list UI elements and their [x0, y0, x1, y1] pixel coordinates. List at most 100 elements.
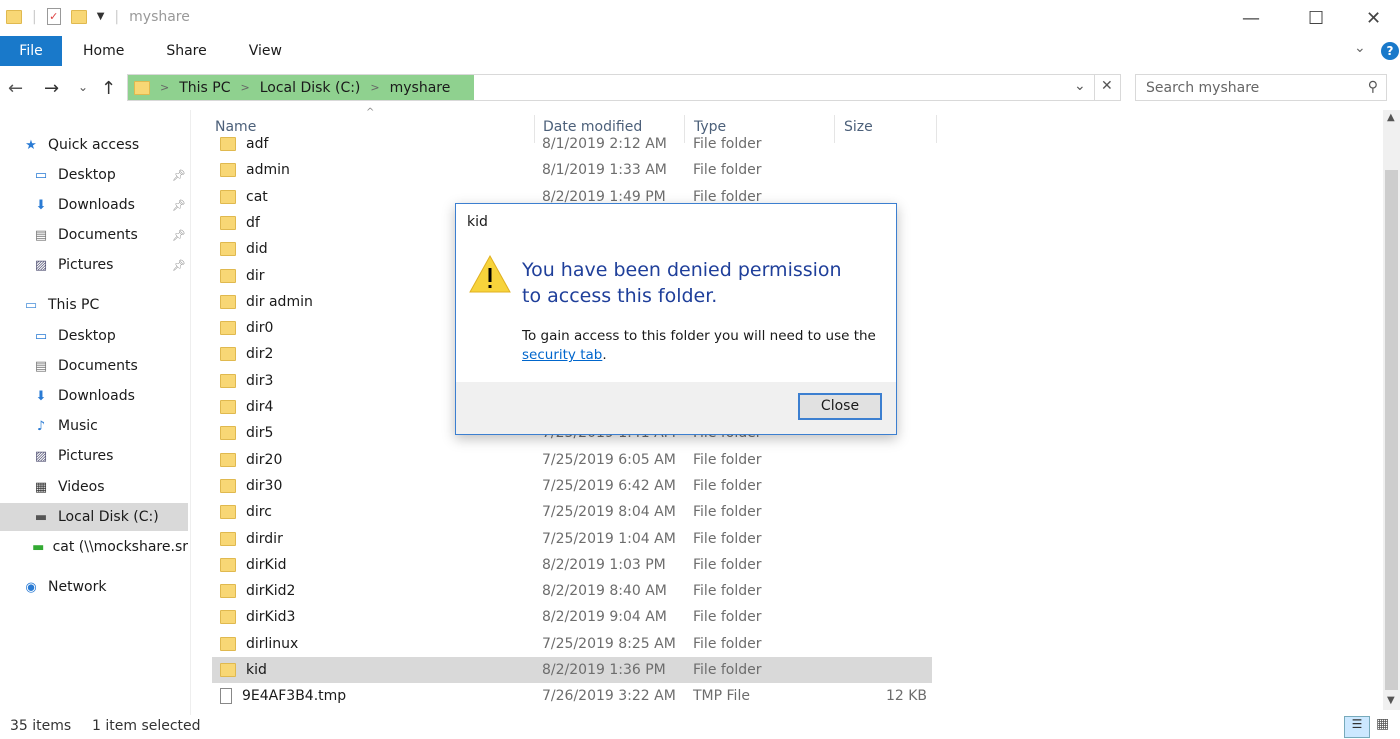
file-icon: [220, 688, 232, 705]
clear-address-button[interactable]: ✕: [1094, 75, 1119, 100]
new-folder-icon[interactable]: [70, 9, 87, 24]
sidebar-item[interactable]: ▭ This PC: [0, 291, 188, 319]
back-button[interactable]: ←: [8, 78, 23, 99]
folder-icon: [220, 452, 236, 467]
file-name: 9E4AF3B4.tmp: [242, 688, 347, 705]
search-input[interactable]: Search myshare ⚲: [1135, 74, 1387, 101]
address-dropdown-icon[interactable]: ⌄: [1074, 78, 1086, 94]
maximize-button[interactable]: ☐: [1308, 8, 1324, 29]
table-row[interactable]: dirdir 7/25/2019 1:04 AM File folder: [212, 526, 932, 552]
file-name: dir4: [246, 399, 274, 415]
pin-icon[interactable]: 📌︎: [172, 229, 186, 242]
scroll-thumb[interactable]: [1385, 170, 1398, 690]
pictures-icon: ▨: [34, 449, 48, 464]
desktop-icon: ▭: [34, 168, 48, 183]
sidebar-item-label: This PC: [48, 297, 100, 313]
address-bar[interactable]: > This PC > Local Disk (C:) > myshare ⌄ …: [127, 74, 1121, 101]
sidebar-item[interactable]: ▨ Pictures 📌︎: [0, 251, 188, 279]
tab-share[interactable]: Share: [145, 36, 227, 66]
sidebar-item[interactable]: ◉ Network: [0, 573, 188, 601]
title-bar: | ✓ ▼ | myshare — ☐ ✕: [0, 0, 1400, 35]
tab-file[interactable]: File: [0, 36, 62, 66]
recent-locations-button[interactable]: ⌄: [78, 80, 88, 94]
up-button[interactable]: ↑: [101, 78, 116, 99]
table-row[interactable]: admin 8/1/2019 1:33 AM File folder: [212, 157, 932, 183]
folder-icon: [6, 9, 22, 24]
folder-icon: [220, 347, 236, 362]
desktop-icon: ▭: [34, 329, 48, 344]
table-row[interactable]: dirKid2 8/2/2019 8:40 AM File folder: [212, 578, 932, 604]
network-drive-icon: ▬: [32, 540, 45, 555]
file-date: 8/1/2019 1:33 AM: [542, 162, 667, 179]
customize-toolbar-icon[interactable]: ▼: [97, 11, 105, 22]
sidebar-item[interactable]: ▨ Pictures: [0, 442, 188, 470]
breadcrumb-local-disk[interactable]: Local Disk (C:): [260, 80, 361, 96]
sidebar-item[interactable]: ★ Quick access: [0, 131, 188, 159]
file-date: 8/2/2019 9:04 AM: [542, 609, 667, 626]
sidebar-item-label: Pictures: [58, 257, 114, 273]
sidebar-item[interactable]: ⬇ Downloads 📌︎: [0, 191, 188, 219]
file-type: File folder: [693, 504, 762, 521]
table-row[interactable]: dirc 7/25/2019 8:04 AM File folder: [212, 499, 932, 525]
expand-ribbon-icon[interactable]: ⌄: [1354, 40, 1366, 56]
tab-view[interactable]: View: [228, 36, 303, 66]
file-name: adf: [246, 136, 269, 152]
properties-icon[interactable]: ✓: [46, 8, 61, 25]
sidebar-item-label: Music: [58, 418, 98, 434]
folder-icon: [220, 505, 236, 520]
file-date: 7/25/2019 8:04 AM: [542, 504, 676, 521]
file-name: dirKid2: [246, 583, 296, 600]
pin-icon[interactable]: 📌︎: [172, 259, 186, 272]
table-row[interactable]: dir30 7/25/2019 6:42 AM File folder: [212, 473, 932, 499]
file-type: File folder: [693, 530, 762, 547]
tab-home[interactable]: Home: [62, 36, 145, 66]
sidebar-item-label: cat (\\mockshare.sr: [52, 539, 188, 555]
sidebar-item[interactable]: ▦ Videos: [0, 473, 188, 501]
file-type: File folder: [693, 136, 762, 152]
file-type: File folder: [693, 609, 762, 626]
table-row[interactable]: kid 8/2/2019 1:36 PM File folder: [212, 657, 932, 683]
sidebar-item[interactable]: ♪ Music: [0, 412, 188, 440]
file-type: File folder: [693, 477, 762, 494]
security-tab-link[interactable]: security tab: [522, 347, 602, 363]
folder-icon: [220, 663, 236, 677]
close-button[interactable]: Close: [798, 393, 882, 420]
breadcrumb-myshare[interactable]: myshare: [390, 80, 451, 96]
sort-ascending-icon: ^: [366, 107, 375, 118]
vertical-scrollbar[interactable]: ▲ ▼: [1383, 110, 1400, 710]
table-row[interactable]: dir20 7/25/2019 6:05 AM File folder: [212, 447, 932, 473]
folder-icon: [220, 636, 236, 651]
sidebar-item[interactable]: ▭ Desktop: [0, 322, 188, 350]
large-icons-view-button[interactable]: ▦: [1376, 716, 1389, 732]
table-row[interactable]: dirKid 8/2/2019 1:03 PM File folder: [212, 552, 932, 578]
table-row[interactable]: dirKid3 8/2/2019 9:04 AM File folder: [212, 604, 932, 630]
scroll-up-icon[interactable]: ▲: [1387, 112, 1395, 123]
table-row[interactable]: dirlinux 7/25/2019 8:25 AM File folder: [212, 631, 932, 657]
sidebar-item[interactable]: ▭ Desktop 📌︎: [0, 161, 188, 189]
sidebar-item[interactable]: ▤ Documents 📌︎: [0, 221, 188, 249]
minimize-button[interactable]: —: [1242, 8, 1260, 29]
folder-icon: [134, 80, 150, 95]
folder-icon: [220, 163, 236, 178]
file-name: dir admin: [246, 293, 313, 310]
breadcrumb-this-pc[interactable]: This PC: [179, 80, 230, 96]
file-name: dirlinux: [246, 635, 299, 652]
sidebar-item[interactable]: ▬ cat (\\mockshare.sr: [0, 533, 188, 561]
folder-icon: [220, 373, 236, 388]
table-row[interactable]: 9E4AF3B4.tmp 7/26/2019 3:22 AM TMP File 12 …: [212, 683, 932, 709]
sidebar-item[interactable]: ▤ Documents: [0, 352, 188, 380]
pin-icon[interactable]: 📌︎: [172, 199, 186, 212]
close-window-button[interactable]: ✕: [1366, 8, 1381, 29]
folder-icon: [220, 557, 236, 572]
pin-icon[interactable]: 📌︎: [172, 169, 186, 182]
table-row[interactable]: adf 8/1/2019 2:12 AM File folder: [212, 131, 932, 157]
file-name: dir5: [246, 425, 274, 442]
forward-button[interactable]: →: [44, 78, 59, 99]
sidebar-item[interactable]: ▬ Local Disk (C:): [0, 503, 188, 531]
scroll-down-icon[interactable]: ▼: [1387, 695, 1395, 706]
folder-icon: [220, 610, 236, 625]
details-view-button[interactable]: ☰: [1344, 716, 1370, 738]
folder-icon: [220, 478, 236, 493]
help-icon[interactable]: ?: [1381, 42, 1399, 60]
sidebar-item[interactable]: ⬇ Downloads: [0, 382, 188, 410]
